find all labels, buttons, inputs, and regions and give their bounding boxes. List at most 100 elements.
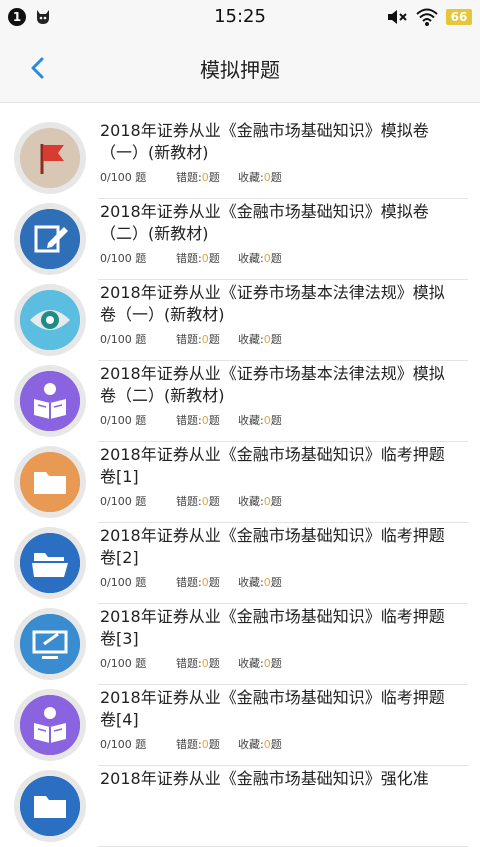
fav-unit: 题 [270,414,282,427]
item-title: 2018年证券从业《金融市场基础知识》模拟卷（二）(新教材) [100,202,429,243]
item-meta: 0/100 题错题:0题 收藏:0题 [100,250,460,266]
item-texts: 2018年证券从业《金融市场基础知识》模拟卷（二）(新教材) 0/100 题 错题:… [100,201,460,266]
list-item[interactable]: 2018年证券从业《证券市场基本法律法规》模拟卷（二）(新教材) 0/100 题 错… [0,361,480,442]
item-texts: 2018年证券从业《金融市场基础知识》临考押题卷[2] 0/100 题错题:0题收… [100,525,460,590]
wrong-label: 错题: [176,333,202,346]
wrong-value: 0 [201,576,209,589]
list-item[interactable]: 2018年证券从业《证券市场基本法律法规》模拟卷（一）(新教材) 0/100 题 错… [0,280,480,361]
battery-indicator: 66 [446,9,472,25]
wrong-label: 错题: [176,495,202,508]
status-time: 15:25 [214,6,266,27]
item-title: 2018年证券从业《证券市场基本法律法规》模拟卷（一）(新教材) [100,283,445,324]
item-avatar [14,122,86,194]
item-title: 2018年证券从业《金融市场基础知识》临考押题卷[4] [100,688,445,729]
page-title: 模拟押题 [200,58,280,82]
favorite-count: 收藏:0题 [238,574,282,590]
wrong-unit: 题 [208,657,220,670]
item-meta: 0/100 题错题:0题 收藏:0题 [100,493,460,509]
wrong-count: 错题:0题 [176,331,238,347]
list-item[interactable]: 2018年证券从业《金融市场基础知识》强化准 [0,766,480,847]
wrong-value: 0 [201,738,209,751]
item-avatar [14,203,86,275]
mute-icon [388,10,407,24]
wrong-count: 错题:0题 [176,250,238,266]
progress-text: 0/100 题 [100,252,147,265]
open-folder-icon [20,533,80,593]
fav-unit: 题 [270,495,282,508]
item-texts: 2018年证券从业《金融市场基础知识》临考押题卷[3] 0/100 题错题:0题收… [100,606,460,671]
wrong-label: 错题: [176,576,202,589]
item-meta: 0/100 题错题:0题 收藏:0题 [100,412,460,428]
wrong-unit: 题 [208,252,220,265]
fav-label: 收藏: [238,252,264,265]
wrong-label: 错题: [176,414,202,427]
monitor-icon [20,614,80,674]
item-meta: 0/100 题错题:0题 收藏:0题 [100,736,460,752]
wrong-unit: 题 [208,414,220,427]
favorite-count: 收藏:0题 [238,412,282,428]
wrong-value: 0 [201,171,209,184]
exam-list: 2018年证券从业《金融市场基础知识》模拟卷（一）(新教材) 0/100 题错题:… [0,118,480,847]
item-avatar [14,527,86,599]
favorite-count: 收藏:0题 [238,331,282,347]
list-item[interactable]: 2018年证券从业《金融市场基础知识》模拟卷（一）(新教材) 0/100 题 错题:… [0,118,480,199]
wrong-count: 错题:0题 [176,655,238,671]
item-avatar [14,689,86,761]
list-item[interactable]: 2018年证券从业《金融市场基础知识》临考押题卷[2] 0/100 题错题:0题收… [0,523,480,604]
item-title: 2018年证券从业《金融市场基础知识》强化准 [100,769,429,788]
folder-icon [20,452,80,512]
list-item[interactable]: 2018年证券从业《金融市场基础知识》模拟卷（二）(新教材) 0/100 题 错题:… [0,199,480,280]
progress-text: 0/100 题 [100,657,147,670]
fav-value: 0 [263,252,271,265]
wrong-unit: 题 [208,576,220,589]
wrong-label: 错题: [176,738,202,751]
wrong-label: 错题: [176,252,202,265]
header-bar: 模拟押题 [0,34,480,103]
folder-icon [20,776,80,836]
fav-unit: 题 [270,333,282,346]
fav-label: 收藏: [238,171,264,184]
list-item[interactable]: 2018年证券从业《金融市场基础知识》临考押题卷[4] 0/100 题错题:0题收… [0,685,480,766]
favorite-count: 收藏:0题 [238,250,282,266]
wrong-unit: 题 [208,495,220,508]
item-avatar [14,608,86,680]
fav-label: 收藏: [238,738,264,751]
progress-text: 0/100 题 [100,333,147,346]
fav-value: 0 [263,414,271,427]
fav-label: 收藏: [238,414,264,427]
fav-unit: 题 [270,252,282,265]
fav-label: 收藏: [238,657,264,670]
eye-icon [20,290,80,350]
item-meta: 0/100 题错题:0题 收藏:0题 [100,574,460,590]
fav-value: 0 [263,657,271,670]
fav-value: 0 [263,333,271,346]
fav-value: 0 [263,576,271,589]
progress-text: 0/100 题 [100,414,147,427]
fav-unit: 题 [270,738,282,751]
wrong-value: 0 [201,495,209,508]
item-avatar [14,446,86,518]
item-texts: 2018年证券从业《证券市场基本法律法规》模拟卷（一）(新教材) 0/100 题 错… [100,282,460,347]
progress-text: 0/100 题 [100,495,147,508]
fav-unit: 题 [270,657,282,670]
favorite-count: 收藏:0题 [238,493,282,509]
wrong-count: 错题:0题 [176,736,238,752]
item-meta: 0/100 题错题:0题 收藏:0题 [100,331,460,347]
list-item[interactable]: 2018年证券从业《金融市场基础知识》临考押题卷[3] 0/100 题错题:0题收… [0,604,480,685]
list-item[interactable]: 2018年证券从业《金融市场基础知识》临考押题卷[1] 0/100 题错题:0题收… [0,442,480,523]
item-title: 2018年证券从业《金融市场基础知识》临考押题卷[3] [100,607,445,648]
status-bar: 1 15:25 66 [0,0,480,34]
item-title: 2018年证券从业《金融市场基础知识》临考押题卷[1] [100,445,445,486]
reader-icon [20,695,80,755]
wrong-label: 错题: [176,657,202,670]
favorite-count: 收藏:0题 [238,736,282,752]
wrong-count: 错题:0题 [176,493,238,509]
fav-unit: 题 [270,171,282,184]
edit-icon [20,209,80,269]
item-texts: 2018年证券从业《金融市场基础知识》模拟卷（一）(新教材) 0/100 题 错题:… [100,120,460,185]
item-meta: 0/100 题错题:0题 收藏:0题 [100,655,460,671]
wrong-value: 0 [201,657,209,670]
fav-value: 0 [263,495,271,508]
fav-value: 0 [263,738,271,751]
wrong-count: 错题:0题 [176,169,238,185]
